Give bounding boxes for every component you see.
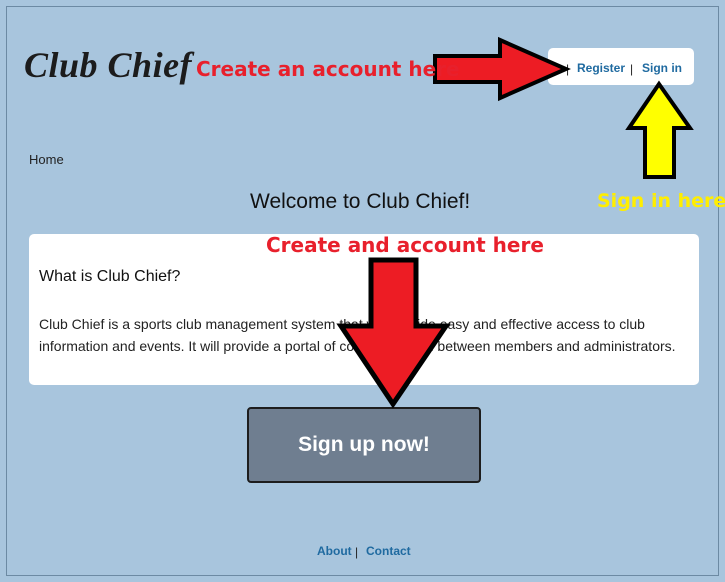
red-arrow-down-icon <box>336 257 451 409</box>
annotation-create-account: Create an account here <box>196 57 460 81</box>
yellow-arrow-up-icon <box>625 80 694 179</box>
annotation-create-account-card: Create and account here <box>266 233 544 257</box>
annotation-sign-in: Sign in here <box>597 190 725 212</box>
annotation-overlay <box>336 36 694 409</box>
